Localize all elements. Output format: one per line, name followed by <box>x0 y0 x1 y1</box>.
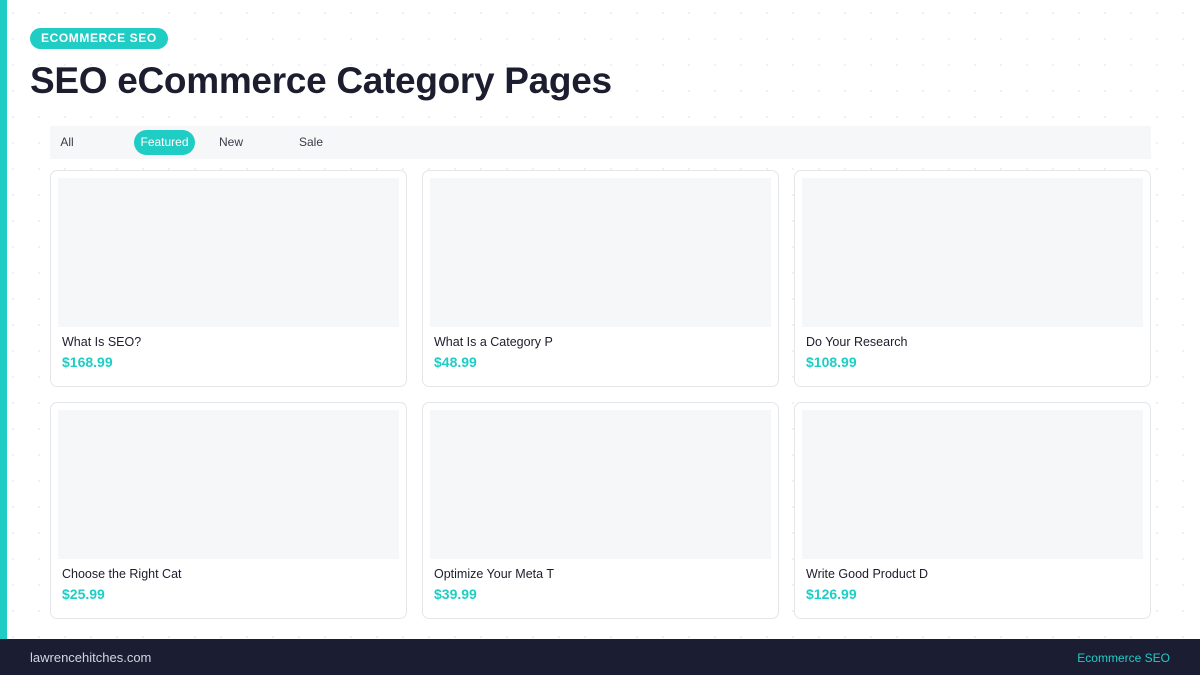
product-price: $39.99 <box>434 586 477 602</box>
product-card[interactable]: Choose the Right Cat $25.99 <box>50 402 407 619</box>
filter-tab-new[interactable]: New <box>216 130 246 155</box>
product-card[interactable]: Optimize Your Meta T $39.99 <box>422 402 779 619</box>
product-title: Do Your Research <box>806 335 908 349</box>
product-image <box>802 178 1143 327</box>
product-price: $108.99 <box>806 354 857 370</box>
product-card[interactable]: Write Good Product D $126.99 <box>794 402 1151 619</box>
footer: lawrencehitches.com Ecommerce SEO <box>0 639 1200 675</box>
page-title: SEO eCommerce Category Pages <box>30 60 612 101</box>
filter-tab-all[interactable]: All <box>56 130 78 155</box>
category-badge: ECOMMERCE SEO <box>30 28 168 49</box>
product-title: What Is SEO? <box>62 335 142 349</box>
product-card[interactable]: What Is a Category P $48.99 <box>422 170 779 387</box>
product-card[interactable]: What Is SEO? $168.99 <box>50 170 407 387</box>
product-image <box>802 410 1143 559</box>
product-title: What Is a Category P <box>434 335 553 349</box>
product-image <box>430 178 771 327</box>
product-price: $126.99 <box>806 586 857 602</box>
product-price: $168.99 <box>62 354 113 370</box>
product-title: Write Good Product D <box>806 567 929 581</box>
product-image <box>58 410 399 559</box>
product-image <box>58 178 399 327</box>
product-title: Optimize Your Meta T <box>434 567 554 581</box>
filter-tab-featured[interactable]: Featured <box>134 130 195 155</box>
footer-section-label: Ecommerce SEO <box>1077 651 1170 665</box>
product-image <box>430 410 771 559</box>
filter-tab-sale[interactable]: Sale <box>296 130 326 155</box>
product-price: $25.99 <box>62 586 105 602</box>
product-card[interactable]: Do Your Research $108.99 <box>794 170 1151 387</box>
product-price: $48.99 <box>434 354 477 370</box>
filter-bar: All Featured New Sale <box>50 126 1151 159</box>
product-title: Choose the Right Cat <box>62 567 182 581</box>
accent-bar <box>0 0 7 639</box>
footer-site-name: lawrencehitches.com <box>30 650 152 665</box>
